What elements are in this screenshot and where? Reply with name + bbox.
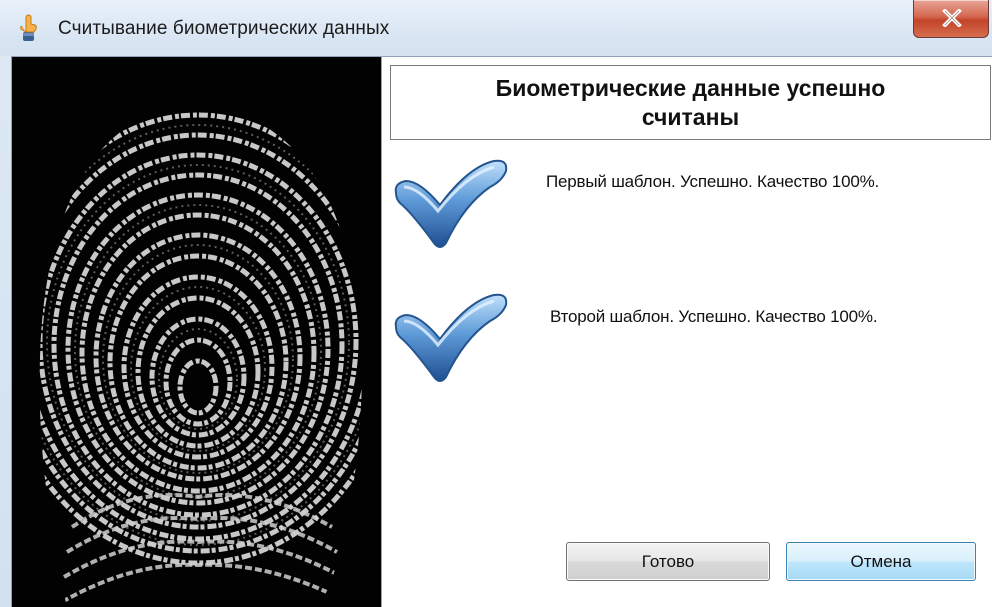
done-button[interactable]: Готово bbox=[566, 542, 770, 581]
cancel-button[interactable]: Отмена bbox=[786, 542, 976, 581]
title-bar[interactable]: Считывание биометрических данных bbox=[0, 0, 992, 56]
close-x-icon bbox=[942, 9, 962, 27]
fingerprint-image bbox=[12, 57, 382, 607]
done-button-label: Готово bbox=[641, 551, 695, 571]
close-button[interactable] bbox=[913, 0, 989, 38]
first-template-status: Первый шаблон. Успешно. Качество 100%. bbox=[546, 172, 880, 191]
status-box: Биометрические данные успешно считаны bbox=[390, 65, 991, 140]
checkmark-icon bbox=[390, 291, 512, 387]
cancel-button-label: Отмена bbox=[850, 551, 912, 571]
second-template-status: Второй шаблон. Успешно. Качество 100%. bbox=[550, 307, 878, 326]
window-title: Считывание биометрических данных bbox=[58, 18, 390, 39]
checkmark-icon bbox=[390, 157, 512, 253]
biometric-dialog-window: Считывание биометрических данных Биометр… bbox=[0, 0, 992, 607]
finger-pointer-icon bbox=[18, 14, 40, 44]
status-heading: Биометрические данные успешно считаны bbox=[495, 74, 886, 130]
dialog-body: Биометрические данные успешно считаны Пе… bbox=[11, 56, 992, 607]
